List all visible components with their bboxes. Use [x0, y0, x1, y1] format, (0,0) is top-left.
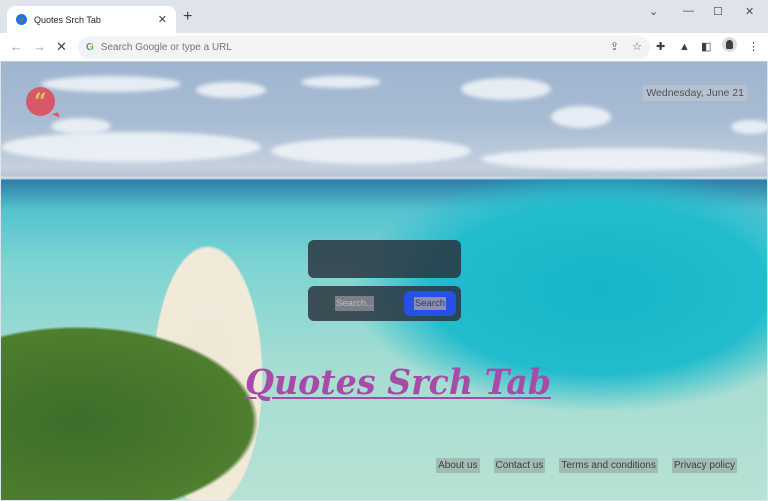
new-tab-button[interactable]: +	[183, 9, 192, 25]
quote-panel	[308, 240, 461, 278]
labs-flask-icon[interactable]: ▲	[679, 41, 690, 53]
address-bar[interactable]: G ⇪ ☆	[78, 36, 650, 59]
footer-links: About us Contact us Terms and conditions…	[436, 458, 737, 473]
browser-toolbar: ← → ✕ G ⇪ ☆ ✚ ▲ ◧ ⋮	[0, 33, 768, 62]
stop-loading-button[interactable]: ✕	[56, 38, 67, 56]
tab-search-dropdown-icon[interactable]: ⌄	[649, 5, 658, 18]
title-bar: Quotes Srch Tab ✕ + ⌄ — ☐ ✕	[0, 0, 768, 33]
tab-close-icon[interactable]: ✕	[158, 13, 167, 26]
quote-logo-icon[interactable]: “	[26, 87, 55, 116]
profile-avatar-icon[interactable]	[722, 37, 737, 52]
search-panel: Search	[308, 286, 461, 321]
address-input[interactable]	[100, 42, 650, 53]
about-us-link[interactable]: About us	[436, 458, 480, 473]
google-icon: G	[86, 42, 94, 53]
sky-clouds	[1, 62, 767, 182]
tab-title: Quotes Srch Tab	[34, 14, 101, 25]
back-button[interactable]: ←	[10, 38, 23, 56]
tab-favicon-icon	[16, 14, 27, 25]
search-button[interactable]: Search	[404, 291, 456, 316]
bookmark-star-icon[interactable]: ☆	[632, 40, 642, 53]
active-tab[interactable]: Quotes Srch Tab ✕	[7, 6, 176, 33]
date-display: Wednesday, June 21	[643, 85, 747, 101]
extensions-puzzle-icon[interactable]: ✚	[656, 41, 665, 53]
page-background: “ Wednesday, June 21 Search Quotes Srch …	[1, 62, 767, 500]
menu-kebab-icon[interactable]: ⋮	[748, 41, 759, 53]
privacy-policy-link[interactable]: Privacy policy	[671, 458, 737, 473]
maximize-button[interactable]: ☐	[713, 5, 723, 18]
forward-button[interactable]: →	[33, 38, 46, 56]
search-button-label: Search	[413, 297, 447, 310]
minimize-button[interactable]: —	[683, 5, 694, 17]
close-window-button[interactable]: ✕	[745, 5, 754, 18]
contact-us-link[interactable]: Contact us	[493, 458, 546, 473]
brand-title: Quotes Srch Tab	[245, 362, 552, 403]
side-panel-icon[interactable]: ◧	[701, 41, 711, 53]
share-icon[interactable]: ⇪	[610, 40, 619, 53]
search-input[interactable]	[335, 296, 374, 311]
terms-and-conditions-link[interactable]: Terms and conditions	[559, 458, 658, 473]
